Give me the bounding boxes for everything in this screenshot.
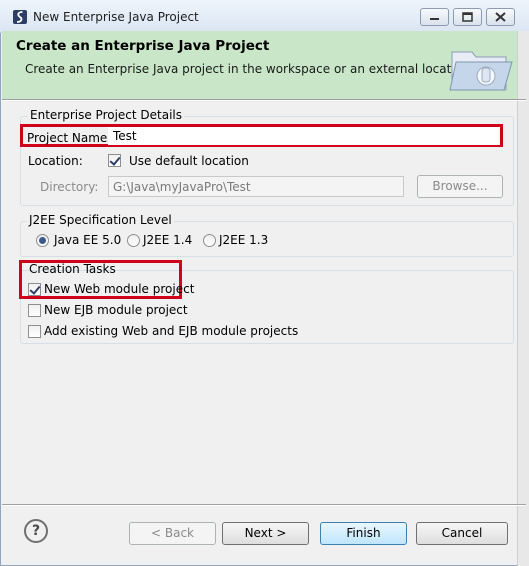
folder-wizard-icon	[446, 38, 516, 96]
directory-value: G:\Java\myJavaPro\Test	[113, 180, 251, 194]
new-ejb-module-checkbox[interactable]	[28, 304, 41, 317]
banner-separator	[2, 99, 526, 101]
j2ee-level-group-label: J2EE Specification Level	[27, 213, 174, 227]
new-web-module-label: New Web module project	[44, 282, 195, 296]
radio-j2ee-1-4-label: J2EE 1.4	[143, 233, 193, 247]
project-details-group-label: Enterprise Project Details	[28, 108, 185, 122]
cancel-button[interactable]: Cancel	[416, 522, 508, 545]
maximize-button[interactable]	[453, 8, 482, 26]
project-name-value: Test	[113, 129, 137, 143]
app-icon	[12, 9, 28, 25]
directory-label: Directory:	[40, 180, 99, 194]
add-existing-modules-checkbox[interactable]	[28, 325, 41, 338]
new-web-module-checkbox[interactable]	[28, 283, 41, 296]
directory-input[interactable]: G:\Java\myJavaPro\Test	[108, 176, 404, 197]
banner-subtitle: Create an Enterprise Java project in the…	[25, 62, 470, 76]
back-button[interactable]: < Back	[129, 522, 216, 545]
close-icon	[495, 12, 506, 22]
maximize-icon	[462, 12, 473, 22]
use-default-location-checkbox[interactable]	[108, 154, 121, 167]
help-icon: ?	[31, 523, 41, 539]
radio-j2ee-1-4[interactable]	[127, 234, 140, 247]
radio-java-ee-5-label: Java EE 5.0	[54, 233, 122, 247]
location-label: Location:	[28, 154, 83, 168]
footer-separator	[2, 504, 526, 506]
creation-tasks-group-label: Creation Tasks	[29, 262, 116, 276]
finish-button[interactable]: Finish	[320, 522, 407, 545]
next-button[interactable]: Next >	[222, 522, 309, 545]
side-strip	[517, 31, 529, 566]
project-name-input[interactable]: Test	[108, 127, 500, 145]
radio-java-ee-5[interactable]	[36, 234, 49, 247]
banner-title: Create an Enterprise Java Project	[16, 38, 270, 54]
window-title: New Enterprise Java Project	[33, 10, 199, 24]
project-name-label: Project Name:	[27, 131, 112, 145]
help-button[interactable]: ?	[24, 519, 48, 543]
new-ejb-module-label: New EJB module project	[44, 303, 188, 317]
browse-button[interactable]: Browse...	[417, 175, 503, 198]
minimize-button[interactable]	[420, 8, 449, 26]
radio-j2ee-1-3-label: J2EE 1.3	[219, 233, 269, 247]
add-existing-modules-label: Add existing Web and EJB module projects	[44, 324, 299, 338]
radio-j2ee-1-3[interactable]	[203, 234, 216, 247]
minimize-icon	[430, 18, 439, 20]
close-button[interactable]	[486, 8, 515, 26]
use-default-location-label: Use default location	[129, 154, 249, 168]
